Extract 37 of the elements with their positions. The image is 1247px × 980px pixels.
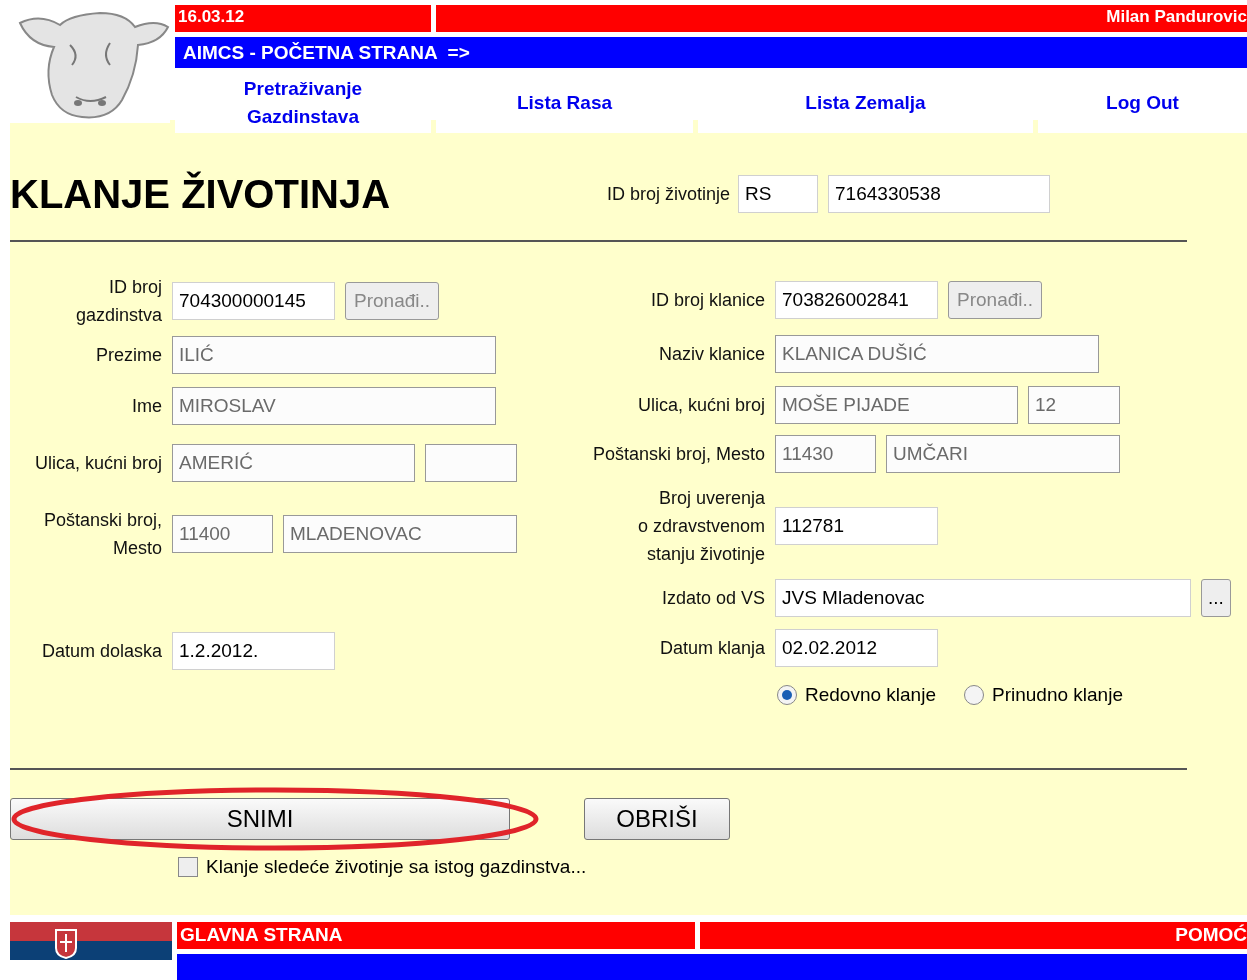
field-label: Ulica, kućni broj	[33, 452, 162, 475]
input-field[interactable]: 7164330538	[828, 175, 1051, 213]
radio-label: Prinudno klanje	[992, 684, 1123, 706]
input-field[interactable]: JVS Mladenovac	[775, 579, 1191, 617]
user-name: Milan Pandurovic	[436, 5, 1247, 32]
field-label: Naziv klanice	[657, 343, 765, 366]
field-label: ID broj klanice	[649, 289, 765, 312]
field-label: Broj uverenja o zdravstvenom stanju životinje	[636, 487, 765, 566]
breadcrumb-bar: AIMCS - POČETNA STRANA =>	[175, 37, 1247, 68]
input-field[interactable]: 704300000145	[172, 282, 335, 320]
checkbox[interactable]	[178, 857, 198, 877]
input-field[interactable]: 02.02.2012	[775, 629, 938, 667]
field-label: ID broj gazdinstva	[74, 276, 162, 327]
radio-button[interactable]	[777, 685, 797, 705]
date-label: 16.03.12	[175, 5, 431, 32]
checkbox-label: Klanje sledeće životinje sa istog gazdinstva...	[206, 856, 587, 878]
field-label: Ulica, kućni broj	[636, 394, 765, 417]
field-label: Izdato od VS	[660, 587, 765, 610]
field-label: Poštanski broj, Mesto	[591, 443, 765, 466]
home-link[interactable]: GLAVNA STRANA	[177, 922, 695, 949]
input-field[interactable]: 1.2.2012.	[172, 632, 335, 670]
input-field[interactable]: RS	[738, 175, 819, 213]
input-field[interactable]: 703826002841	[775, 281, 938, 319]
field-label: Prezime	[95, 344, 162, 367]
action-button[interactable]: SNIMI	[10, 798, 510, 840]
page-title: KLANJE ŽIVOTINJA	[10, 171, 392, 217]
help-link[interactable]: POMOĆ	[700, 922, 1247, 949]
find-button[interactable]: ...	[1201, 579, 1231, 617]
field-label: Datum dolaska	[40, 640, 162, 663]
field-label: Datum klanja	[658, 637, 765, 660]
action-button[interactable]: OBRIŠI	[584, 798, 730, 840]
field-label: Poštanski broj, Mesto	[42, 509, 162, 560]
radio-button[interactable]	[964, 685, 984, 705]
radio-label: Redovno klanje	[805, 684, 936, 706]
field-label: Ime	[131, 395, 162, 418]
input-field[interactable]: 112781	[775, 507, 938, 545]
field-label: ID broj životinje	[607, 183, 731, 206]
